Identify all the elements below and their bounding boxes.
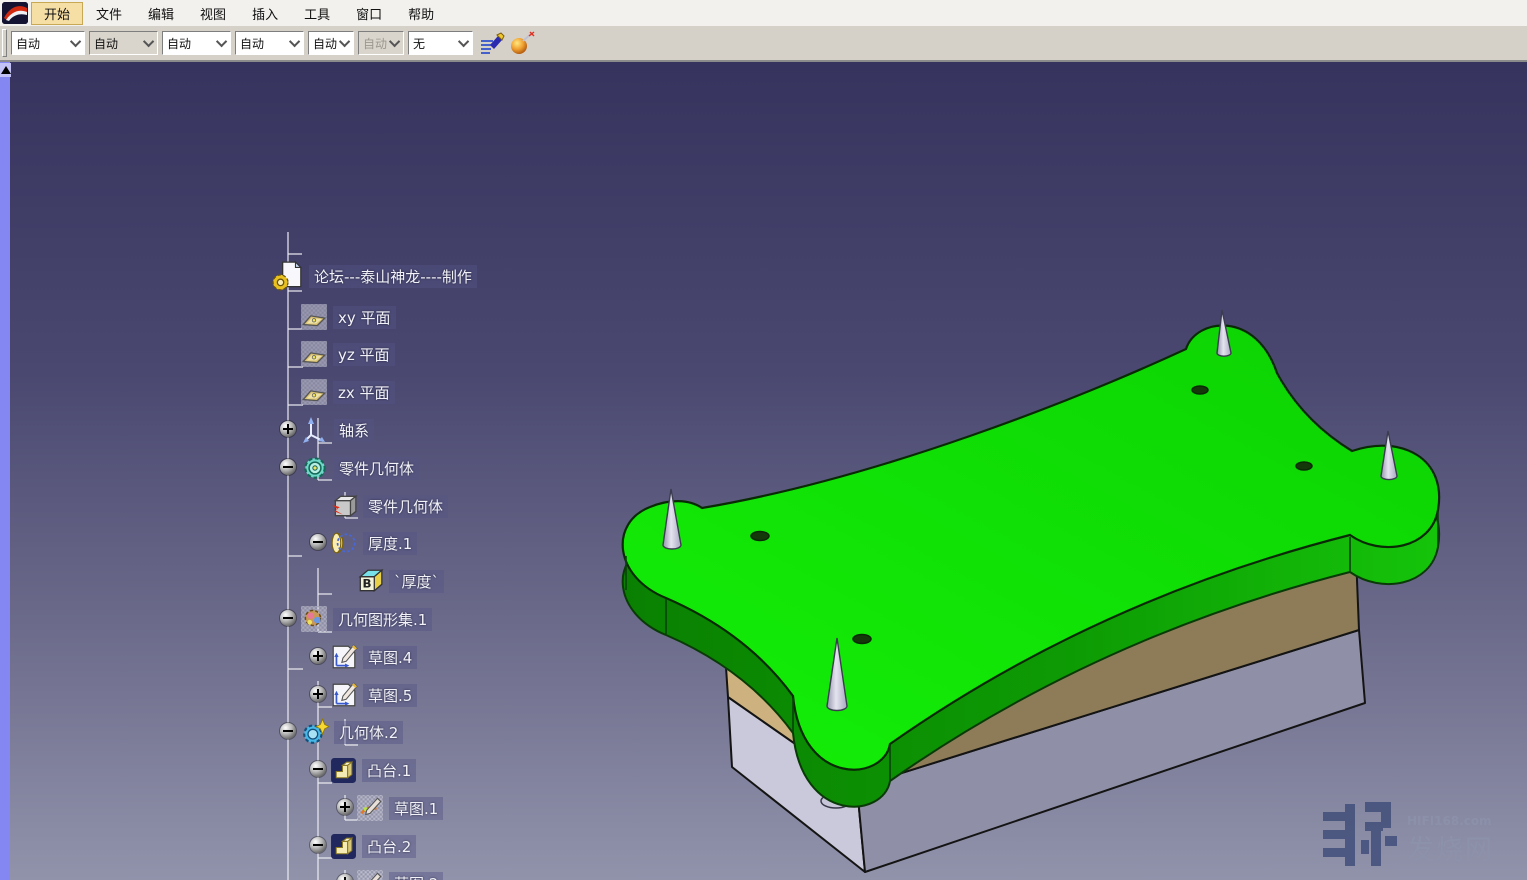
application-window: 开始 文件 编辑 视图 插入 工具 窗口 帮助 自动 自动 自动 自动 自动: [0, 0, 1527, 880]
menu-item-start[interactable]: 开始: [31, 2, 83, 25]
tree-item-thickness-def[interactable]: `厚度`: [356, 566, 444, 596]
hidden-sketch-icon: [356, 869, 384, 880]
hidden-sketch-icon: [356, 794, 384, 822]
menu-item-insert[interactable]: 插入: [239, 2, 291, 25]
tree-item-sketch1[interactable]: 草图.1: [356, 793, 443, 823]
menu-item-window[interactable]: 窗口: [343, 2, 395, 25]
expander-body2[interactable]: [280, 723, 296, 739]
graphic-properties-toolbar: 自动 自动 自动 自动 自动 自动 无: [0, 26, 1527, 62]
chevron-down-icon: [389, 32, 403, 54]
painter-brush-icon[interactable]: [480, 30, 506, 56]
cube-b-icon: [356, 567, 384, 595]
menu-bar: 开始 文件 编辑 视图 插入 工具 窗口 帮助: [0, 0, 1527, 27]
line-type-combo[interactable]: 自动: [235, 31, 304, 55]
watermark-logo-icon: [1321, 792, 1405, 876]
menu-item-file[interactable]: 文件: [83, 2, 135, 25]
expander-sketch1[interactable]: [337, 799, 353, 815]
plane-icon: [300, 303, 328, 331]
watermark-site-text: HIFI168.com: [1407, 814, 1492, 828]
specification-tree: B: [0, 62, 560, 880]
chevron-down-icon[interactable]: [143, 32, 157, 54]
tree-item-yz-plane[interactable]: yz 平面: [300, 339, 395, 369]
pad-icon: [330, 757, 357, 784]
tree-item-pad1[interactable]: 凸台.1: [330, 755, 416, 785]
tree-connector-lines: [0, 62, 560, 880]
expander-sketch4[interactable]: [310, 648, 326, 664]
expander-geoset[interactable]: [280, 610, 296, 626]
chevron-down-icon[interactable]: [289, 32, 303, 54]
toolbar-drag-handle[interactable]: [2, 29, 7, 57]
thickness-icon: [330, 529, 358, 557]
expander-partbody[interactable]: [280, 459, 296, 475]
point-symbol-combo: 自动: [358, 31, 404, 55]
tree-item-zx-plane[interactable]: zx 平面: [300, 377, 395, 407]
tree-item-sketch5[interactable]: 草图.5: [330, 680, 417, 710]
expander-axes[interactable]: [280, 421, 296, 437]
sketch-icon: [330, 681, 358, 709]
plane-icon: [300, 340, 328, 368]
menu-item-help[interactable]: 帮助: [395, 2, 447, 25]
tree-item-geoset1[interactable]: 几何图形集.1: [300, 604, 432, 634]
tree-item-sketch4[interactable]: 草图.4: [330, 642, 417, 672]
watermark: HIFI168.com 发烧网: [1321, 792, 1521, 876]
material-sphere-icon[interactable]: [509, 30, 535, 56]
part-document-icon: [272, 260, 304, 292]
sketch-icon: [330, 643, 358, 671]
expander-pad2[interactable]: [310, 837, 326, 853]
fill-color-combo[interactable]: 自动: [11, 31, 85, 55]
rendering-style-combo[interactable]: 无: [408, 31, 473, 55]
chevron-down-icon[interactable]: [458, 32, 472, 54]
tree-item-xy-plane[interactable]: xy 平面: [300, 302, 396, 332]
watermark-name-text: 发烧网: [1407, 828, 1494, 867]
tree-item-sketch2[interactable]: 草图.2: [356, 868, 443, 880]
partbody-gear-icon: [301, 454, 329, 482]
geometry-set-icon: [300, 605, 328, 633]
tree-item-pad2[interactable]: 凸台.2: [330, 831, 416, 861]
tree-item-thickness1[interactable]: 厚度.1: [330, 528, 417, 558]
line-color-combo[interactable]: 自动: [162, 31, 231, 55]
pad-icon: [330, 833, 357, 860]
opacity-combo[interactable]: 自动: [89, 31, 158, 55]
expander-thickness[interactable]: [310, 534, 326, 550]
body-gear-star-icon: [301, 718, 329, 746]
3d-viewport[interactable]: B: [0, 62, 1527, 880]
expander-sketch5[interactable]: [310, 686, 326, 702]
tree-item-solid[interactable]: 零件几何体: [330, 491, 448, 521]
tree-item-body2[interactable]: 几何体.2: [301, 717, 403, 747]
line-weight-combo[interactable]: 自动: [308, 31, 354, 55]
expander-pad1[interactable]: [310, 761, 326, 777]
chevron-down-icon[interactable]: [70, 32, 84, 54]
axis-system-icon: [303, 417, 329, 443]
tree-item-axis-system[interactable]: 轴系: [303, 415, 374, 445]
chevron-down-icon[interactable]: [339, 32, 353, 54]
tree-item-partbody[interactable]: 零件几何体: [301, 453, 419, 483]
chevron-down-icon[interactable]: [216, 32, 230, 54]
plane-icon: [300, 378, 328, 406]
menu-item-view[interactable]: 视图: [187, 2, 239, 25]
app-logo-icon: [2, 2, 28, 24]
menu-item-tools[interactable]: 工具: [291, 2, 343, 25]
solid-block-icon: [330, 492, 358, 520]
tree-root-node[interactable]: 论坛---泰山神龙----制作: [272, 261, 477, 291]
menu-item-edit[interactable]: 编辑: [135, 2, 187, 25]
